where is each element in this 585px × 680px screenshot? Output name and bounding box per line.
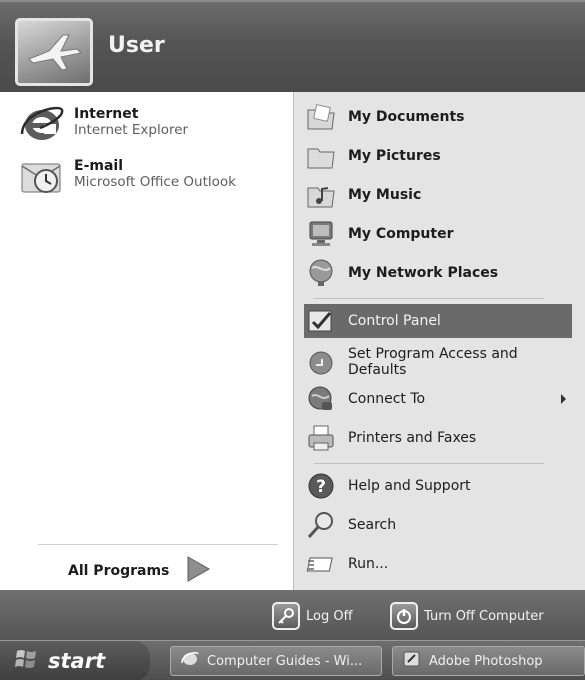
folder-documents-icon bbox=[306, 102, 336, 132]
all-programs-button[interactable]: All Programs bbox=[68, 554, 211, 588]
help-label: Help and Support bbox=[348, 478, 471, 494]
pinned-item-email[interactable]: E-mail Microsoft Office Outlook bbox=[20, 156, 236, 196]
pinned-item-subtitle: Internet Explorer bbox=[74, 122, 189, 138]
photoshop-icon bbox=[403, 650, 421, 672]
settings-control-panel[interactable]: Control Panel bbox=[304, 304, 572, 338]
airplane-icon bbox=[28, 34, 83, 71]
windows-logo-icon bbox=[14, 647, 40, 675]
settings-label: Connect To bbox=[348, 391, 426, 407]
folder-pictures-icon bbox=[306, 141, 336, 171]
help-and-support[interactable]: ? Help and Support bbox=[304, 469, 572, 503]
search-item[interactable]: Search bbox=[304, 508, 572, 542]
place-my-computer[interactable]: My Computer bbox=[304, 217, 572, 251]
settings-program-access[interactable]: Set Program Access and Defaults bbox=[304, 343, 572, 381]
network-globe-icon bbox=[306, 258, 336, 288]
taskbar-button-photoshop[interactable]: Adobe Photoshop bbox=[392, 646, 585, 676]
pinned-programs-pane: Internet Internet Explorer E-mail Micros… bbox=[8, 92, 293, 590]
task-label: Computer Guides - Wi... bbox=[207, 653, 363, 669]
help-label: Run... bbox=[348, 556, 389, 572]
place-label: My Computer bbox=[348, 226, 454, 242]
place-my-network-places[interactable]: My Network Places bbox=[304, 256, 572, 290]
pinned-item-title: Internet bbox=[74, 106, 139, 122]
place-my-documents[interactable]: My Documents bbox=[304, 100, 572, 134]
printer-icon bbox=[306, 423, 336, 453]
start-label: start bbox=[48, 649, 106, 673]
place-label: My Documents bbox=[348, 109, 465, 125]
folder-music-icon bbox=[306, 180, 336, 210]
search-icon bbox=[306, 510, 336, 540]
place-label: My Network Places bbox=[348, 265, 499, 281]
help-icon: ? bbox=[306, 471, 336, 501]
places-divider bbox=[314, 298, 544, 299]
taskbar-button-computer-guides[interactable]: Computer Guides - Wi... bbox=[170, 646, 382, 676]
pinned-item-title: E-mail bbox=[74, 158, 124, 174]
computer-icon bbox=[306, 219, 336, 249]
start-menu-footer: Log Off Turn Off Computer bbox=[0, 590, 585, 640]
pinned-item-internet[interactable]: Internet Internet Explorer bbox=[20, 104, 188, 144]
settings-divider bbox=[314, 463, 544, 464]
ie-task-icon bbox=[181, 651, 199, 671]
start-menu-header: User bbox=[0, 0, 585, 92]
start-button[interactable]: start bbox=[0, 641, 150, 680]
key-icon bbox=[272, 602, 300, 630]
task-label: Adobe Photoshop bbox=[429, 653, 543, 669]
settings-label: Set Program Access and Defaults bbox=[348, 346, 518, 378]
log-off-label: Log Off bbox=[306, 608, 353, 624]
green-arrow-icon bbox=[185, 555, 211, 587]
power-icon bbox=[390, 602, 418, 630]
outlook-icon bbox=[20, 156, 64, 196]
run-icon bbox=[306, 549, 336, 579]
settings-label: Control Panel bbox=[348, 313, 441, 329]
help-label: Search bbox=[348, 517, 397, 533]
control-panel-icon bbox=[306, 306, 336, 336]
pinned-item-subtitle: Microsoft Office Outlook bbox=[74, 174, 236, 190]
place-label: My Music bbox=[348, 187, 422, 203]
settings-printers-faxes[interactable]: Printers and Faxes bbox=[304, 421, 572, 455]
user-name: User bbox=[108, 33, 165, 58]
all-programs-divider bbox=[38, 544, 278, 545]
place-my-pictures[interactable]: My Pictures bbox=[304, 139, 572, 173]
place-my-music[interactable]: My Music bbox=[304, 178, 572, 212]
taskbar: start Computer Guides - Wi... Adobe Phot… bbox=[0, 640, 585, 680]
connect-globe-icon bbox=[306, 384, 336, 414]
settings-connect-to[interactable]: Connect To bbox=[304, 382, 572, 416]
settings-label: Printers and Faxes bbox=[348, 430, 477, 446]
log-off-button[interactable]: Log Off bbox=[272, 602, 353, 630]
svg-text:?: ? bbox=[316, 477, 326, 497]
program-defaults-icon bbox=[306, 347, 336, 377]
run-item[interactable]: Run... bbox=[304, 547, 572, 581]
internet-explorer-icon bbox=[20, 104, 64, 144]
submenu-arrow-icon bbox=[561, 394, 566, 404]
turn-off-label: Turn Off Computer bbox=[424, 608, 544, 624]
turn-off-button[interactable]: Turn Off Computer bbox=[390, 602, 544, 630]
places-pane: My Documents My Pictures My Music My Com… bbox=[293, 92, 585, 590]
user-avatar[interactable] bbox=[15, 18, 93, 86]
place-label: My Pictures bbox=[348, 148, 441, 164]
all-programs-label: All Programs bbox=[68, 563, 170, 579]
